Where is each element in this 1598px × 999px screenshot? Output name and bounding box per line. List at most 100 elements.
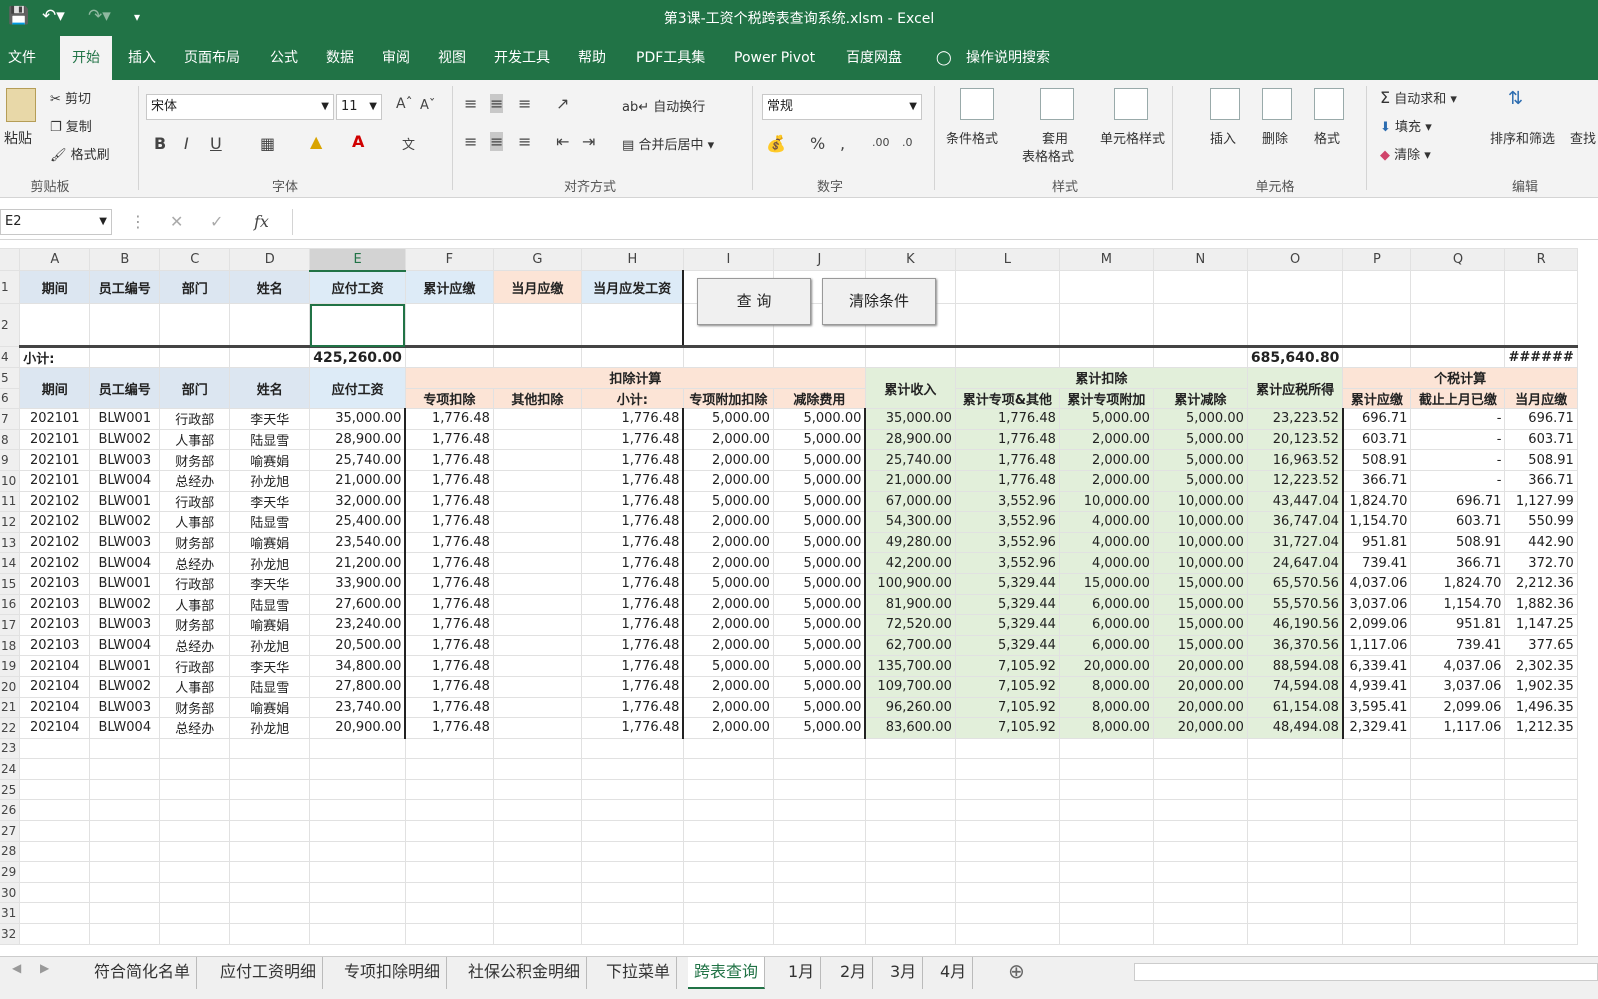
data-cell[interactable]: 15,000.00 <box>1152 614 1248 636</box>
data-cell[interactable]: 372.70 <box>1504 552 1578 574</box>
data-cell[interactable]: 2,000.00 <box>682 428 774 451</box>
data-cell[interactable]: 24,647.04 <box>1246 552 1344 574</box>
cell[interactable] <box>159 758 231 780</box>
cell[interactable] <box>1152 270 1248 304</box>
cell[interactable] <box>1410 346 1506 368</box>
cell[interactable] <box>229 346 311 368</box>
data-cell[interactable]: 366.71 <box>1342 469 1412 492</box>
border-icon[interactable]: ▦ <box>260 134 275 153</box>
data-cell[interactable]: 3,552.96 <box>954 511 1060 533</box>
cell[interactable] <box>772 778 866 801</box>
data-cell[interactable]: 4,939.41 <box>1342 675 1412 698</box>
cell[interactable] <box>1504 840 1578 863</box>
data-cell[interactable]: 2,212.36 <box>1504 572 1578 595</box>
data-cell[interactable]: 100,900.00 <box>864 572 956 595</box>
cell[interactable] <box>1246 840 1344 863</box>
row-header[interactable]: 1 <box>0 270 21 304</box>
horizontal-scrollbar[interactable] <box>1134 963 1598 981</box>
data-cell[interactable]: 4,000.00 <box>1058 511 1154 533</box>
cell[interactable] <box>229 861 311 883</box>
query-input-cell[interactable] <box>229 303 311 348</box>
cell[interactable] <box>954 861 1060 883</box>
cell[interactable] <box>89 799 161 822</box>
cell[interactable] <box>229 902 311 925</box>
cell[interactable] <box>682 902 774 925</box>
query-button[interactable]: 查 询 <box>697 278 811 325</box>
detail-header[interactable]: 减除费用 <box>772 387 866 410</box>
row-header[interactable]: 11 <box>0 490 21 513</box>
row-header[interactable]: 2 <box>0 303 21 347</box>
column-header[interactable]: E <box>309 248 406 272</box>
data-cell[interactable]: 陆显雪 <box>229 593 311 616</box>
cell[interactable] <box>309 820 406 842</box>
tab-file[interactable]: 文件 <box>2 36 42 80</box>
column-header[interactable]: N <box>1152 248 1248 271</box>
data-cell[interactable]: 5,000.00 <box>772 634 867 657</box>
data-cell[interactable]: 3,037.06 <box>1342 593 1412 616</box>
data-cell[interactable]: BLW001 <box>89 655 161 677</box>
row-header[interactable]: 25 <box>0 778 21 801</box>
data-cell[interactable]: 10,000.00 <box>1058 490 1154 513</box>
data-cell[interactable]: 人事部 <box>159 593 231 616</box>
cell[interactable] <box>1152 758 1248 780</box>
data-cell[interactable]: 5,329.44 <box>954 593 1060 616</box>
cell[interactable] <box>492 923 582 945</box>
cell[interactable] <box>1342 758 1412 780</box>
find-button[interactable]: 查找 <box>1570 128 1596 147</box>
data-cell[interactable]: 1,776.48 <box>404 634 494 657</box>
column-header[interactable]: R <box>1504 248 1578 271</box>
data-cell[interactable]: 32,000.00 <box>309 490 407 513</box>
cell[interactable] <box>954 346 1060 368</box>
cell[interactable] <box>1410 840 1506 863</box>
data-cell[interactable]: 35,000.00 <box>309 408 407 430</box>
data-cell[interactable]: 1,776.48 <box>404 469 494 492</box>
data-cell[interactable] <box>492 614 582 636</box>
data-cell[interactable]: 603.71 <box>1410 511 1506 533</box>
cell[interactable] <box>1058 820 1154 842</box>
data-cell[interactable]: 88,594.08 <box>1246 655 1344 677</box>
data-cell[interactable]: 5,000.00 <box>772 717 867 739</box>
data-cell[interactable]: 20,000.00 <box>1152 717 1248 739</box>
cell[interactable] <box>772 758 866 780</box>
data-cell[interactable]: 5,329.44 <box>954 614 1060 636</box>
cell[interactable] <box>1152 778 1248 801</box>
cell[interactable] <box>1246 270 1344 304</box>
cell[interactable] <box>1410 758 1506 780</box>
sheet-tab[interactable]: 1月 <box>782 957 822 989</box>
data-cell[interactable]: 20,123.52 <box>1246 428 1344 451</box>
detail-header[interactable]: 期间 <box>19 366 91 410</box>
data-cell[interactable]: 5,000.00 <box>772 511 867 533</box>
data-cell[interactable]: 5,000.00 <box>772 490 867 513</box>
cell[interactable] <box>89 881 161 904</box>
cell[interactable] <box>864 346 956 368</box>
cell[interactable] <box>492 820 582 842</box>
clear-button[interactable]: ◆ 清除 ▾ <box>1380 144 1431 163</box>
cell[interactable] <box>682 778 774 801</box>
data-cell[interactable]: 孙龙旭 <box>229 469 311 492</box>
cell[interactable] <box>682 923 774 945</box>
cell[interactable] <box>1410 861 1506 883</box>
cell[interactable] <box>1504 820 1578 842</box>
data-cell[interactable]: 5,000.00 <box>772 593 867 616</box>
cell[interactable] <box>1058 799 1154 822</box>
cell[interactable] <box>1342 737 1412 760</box>
cell[interactable] <box>580 881 684 904</box>
data-cell[interactable]: 67,000.00 <box>864 490 956 513</box>
cell[interactable] <box>1342 923 1412 945</box>
data-cell[interactable]: 1,776.48 <box>404 675 494 698</box>
data-cell[interactable]: 603.71 <box>1342 428 1412 451</box>
data-cell[interactable]: 1,776.48 <box>404 428 494 451</box>
data-cell[interactable]: 20,000.00 <box>1058 655 1154 677</box>
data-cell[interactable] <box>492 531 582 554</box>
subtotal-label[interactable]: 小计: <box>19 346 91 368</box>
data-cell[interactable]: 10,000.00 <box>1152 511 1248 533</box>
cell[interactable] <box>1342 303 1412 348</box>
sheet-tab[interactable]: 应付工资明细 <box>214 957 324 989</box>
percent-icon[interactable]: % <box>810 134 825 153</box>
cell[interactable] <box>229 840 311 863</box>
data-cell[interactable]: 202104 <box>19 655 91 677</box>
data-cell[interactable]: 孙龙旭 <box>229 717 311 739</box>
data-cell[interactable]: 行政部 <box>159 408 231 430</box>
cell[interactable] <box>772 923 866 945</box>
data-cell[interactable]: 81,900.00 <box>864 593 956 616</box>
